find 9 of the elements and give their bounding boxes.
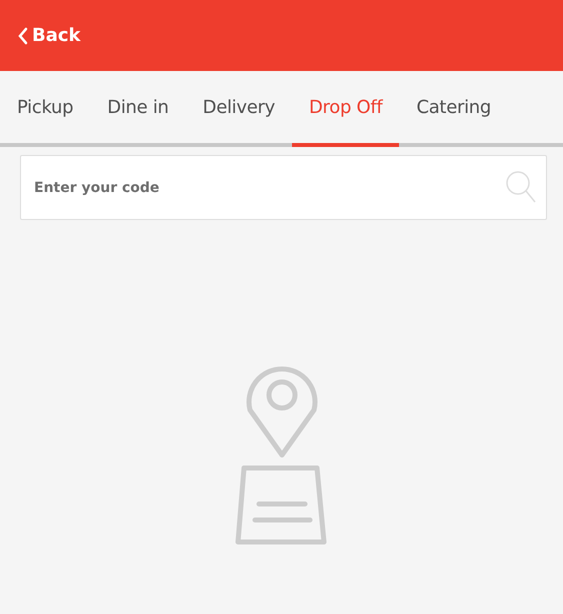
tab[interactable]: Delivery [186,71,292,147]
tab[interactable]: Dine in [90,71,186,147]
tab[interactable]: Catering [399,71,508,147]
tab[interactable]: Pickup [0,71,90,147]
back-button[interactable]: Back [18,22,81,49]
tab[interactable]: Drop Off [292,71,400,147]
search-icon [505,170,537,204]
chevron-left-icon [18,26,28,44]
search-field[interactable]: Enter your code [20,155,547,220]
